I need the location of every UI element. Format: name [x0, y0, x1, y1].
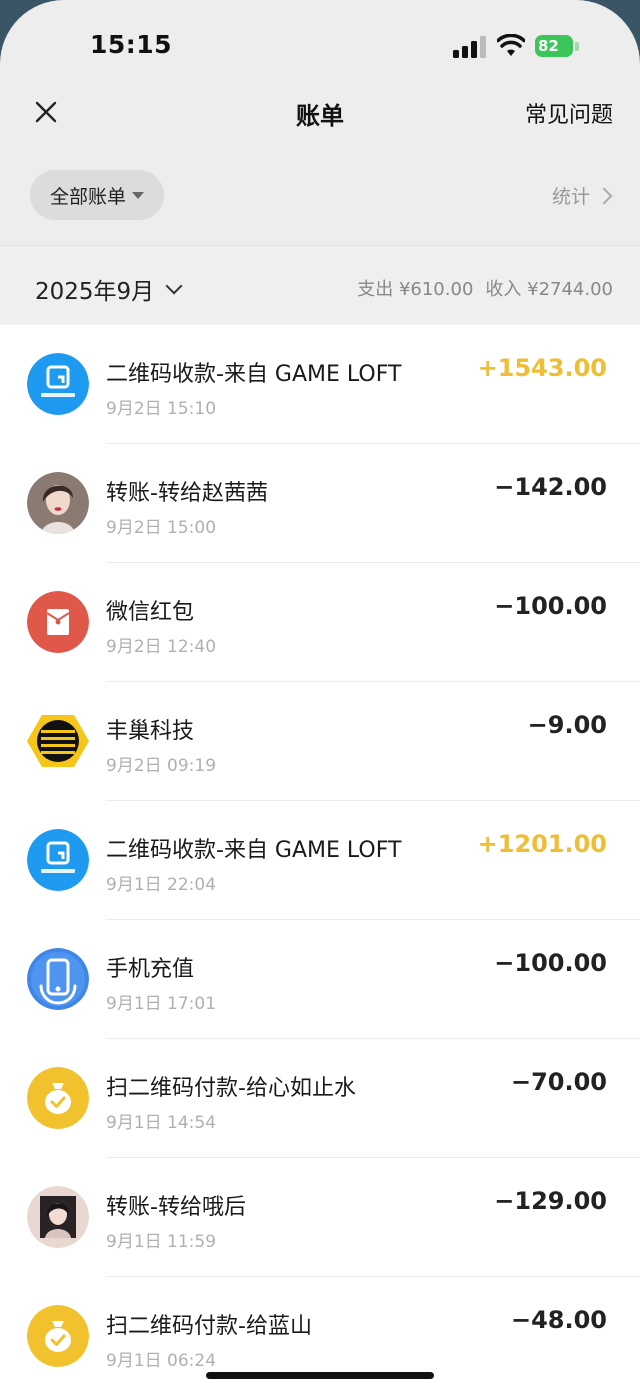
- chevron-right-icon: [595, 187, 613, 204]
- transaction-amount: +1201.00: [477, 830, 607, 858]
- user-avatar: [27, 472, 89, 534]
- transaction-row[interactable]: 微信红包 9月2日 12:40 −100.00: [0, 563, 640, 682]
- battery-tip: [575, 42, 579, 51]
- transaction-row[interactable]: 丰巢科技 9月2日 09:19 −9.00: [0, 682, 640, 801]
- transaction-amount: −100.00: [494, 949, 607, 977]
- bill-filter-button[interactable]: 全部账单: [30, 170, 164, 220]
- month-expense: 支出 ¥610.00: [357, 279, 474, 300]
- gameloft-logo: [27, 829, 89, 891]
- battery-level: 82: [535, 35, 573, 57]
- close-icon[interactable]: [30, 96, 62, 128]
- transaction-title: 转账-转给赵茜茜: [106, 481, 268, 506]
- transaction-time: 9月2日 15:00: [106, 518, 217, 538]
- transaction-row[interactable]: 二维码收款-来自 GAME LOFT 9月2日 15:10 +1543.00: [0, 325, 640, 444]
- transaction-title: 二维码收款-来自 GAME LOFT: [106, 362, 402, 387]
- transaction-list: 二维码收款-来自 GAME LOFT 9月2日 15:10 +1543.00 转…: [0, 325, 640, 1391]
- transaction-time: 9月1日 14:54: [106, 1113, 217, 1133]
- transaction-time: 9月2日 12:40: [106, 637, 217, 657]
- phone-screen: 15:15 82 账单 常见问题 全部账单 统计 2025年9月 支出 ¥610…: [0, 0, 640, 1391]
- transaction-title: 扫二维码付款-给心如止水: [106, 1076, 356, 1101]
- transaction-time: 9月1日 22:04: [106, 875, 217, 895]
- statistics-label: 统计: [551, 186, 590, 208]
- transaction-amount: −100.00: [494, 592, 607, 620]
- transaction-amount: −142.00: [494, 473, 607, 501]
- transaction-time: 9月1日 17:01: [106, 994, 217, 1014]
- transaction-row[interactable]: 扫二维码付款-给心如止水 9月1日 14:54 −70.00: [0, 1039, 640, 1158]
- month-selector[interactable]: 2025年9月: [35, 272, 183, 306]
- transaction-title: 二维码收款-来自 GAME LOFT: [106, 838, 402, 863]
- transaction-title: 扫二维码付款-给蓝山: [106, 1314, 312, 1339]
- wifi-icon: [497, 34, 525, 56]
- transaction-time: 9月1日 11:59: [106, 1232, 217, 1252]
- transaction-amount: −48.00: [510, 1306, 607, 1334]
- transaction-row[interactable]: 转账-转给赵茜茜 9月2日 15:00 −142.00: [0, 444, 640, 563]
- home-indicator[interactable]: [206, 1372, 434, 1379]
- faq-link[interactable]: 常见问题: [525, 97, 613, 129]
- red-packet-icon: [27, 591, 89, 653]
- status-time: 15:15: [90, 30, 173, 59]
- user-avatar: [27, 1186, 89, 1248]
- transaction-amount: −9.00: [527, 711, 607, 739]
- battery-icon: 82: [535, 35, 581, 59]
- transaction-time: 9月2日 09:19: [106, 756, 217, 776]
- transaction-title: 丰巢科技: [106, 719, 195, 744]
- hive-box-logo: [27, 715, 89, 767]
- transaction-row[interactable]: 转账-转给哦后 9月1日 11:59 −129.00: [0, 1158, 640, 1277]
- month-income: 收入 ¥2744.00: [485, 279, 613, 300]
- money-bag-icon: [27, 1067, 89, 1129]
- statistics-link[interactable]: 统计: [551, 182, 613, 209]
- signal-icon: [453, 36, 486, 58]
- transaction-amount: −129.00: [494, 1187, 607, 1215]
- money-bag-icon: [27, 1305, 89, 1367]
- transaction-amount: −70.00: [510, 1068, 607, 1096]
- transaction-row[interactable]: 手机充值 9月1日 17:01 −100.00: [0, 920, 640, 1039]
- gameloft-logo: [27, 353, 89, 415]
- transaction-amount: +1543.00: [477, 354, 607, 382]
- transaction-title: 转账-转给哦后: [106, 1195, 246, 1220]
- caret-down-icon: [132, 191, 144, 199]
- month-label: 2025年9月: [35, 279, 155, 305]
- transaction-time: 9月1日 06:24: [106, 1351, 217, 1371]
- chevron-down-icon: [165, 277, 183, 295]
- month-summary: 支出 ¥610.00 收入 ¥2744.00: [357, 275, 613, 301]
- month-bar: 2025年9月 支出 ¥610.00 收入 ¥2744.00: [0, 245, 640, 326]
- mobile-recharge-icon: [27, 948, 89, 1010]
- transaction-title: 微信红包: [106, 600, 195, 625]
- status-bar: 15:15 82: [0, 0, 640, 90]
- transaction-title: 手机充值: [106, 957, 195, 982]
- bill-filter-label: 全部账单: [49, 185, 126, 208]
- transaction-time: 9月2日 15:10: [106, 399, 217, 419]
- transaction-row[interactable]: 二维码收款-来自 GAME LOFT 9月1日 22:04 +1201.00: [0, 801, 640, 920]
